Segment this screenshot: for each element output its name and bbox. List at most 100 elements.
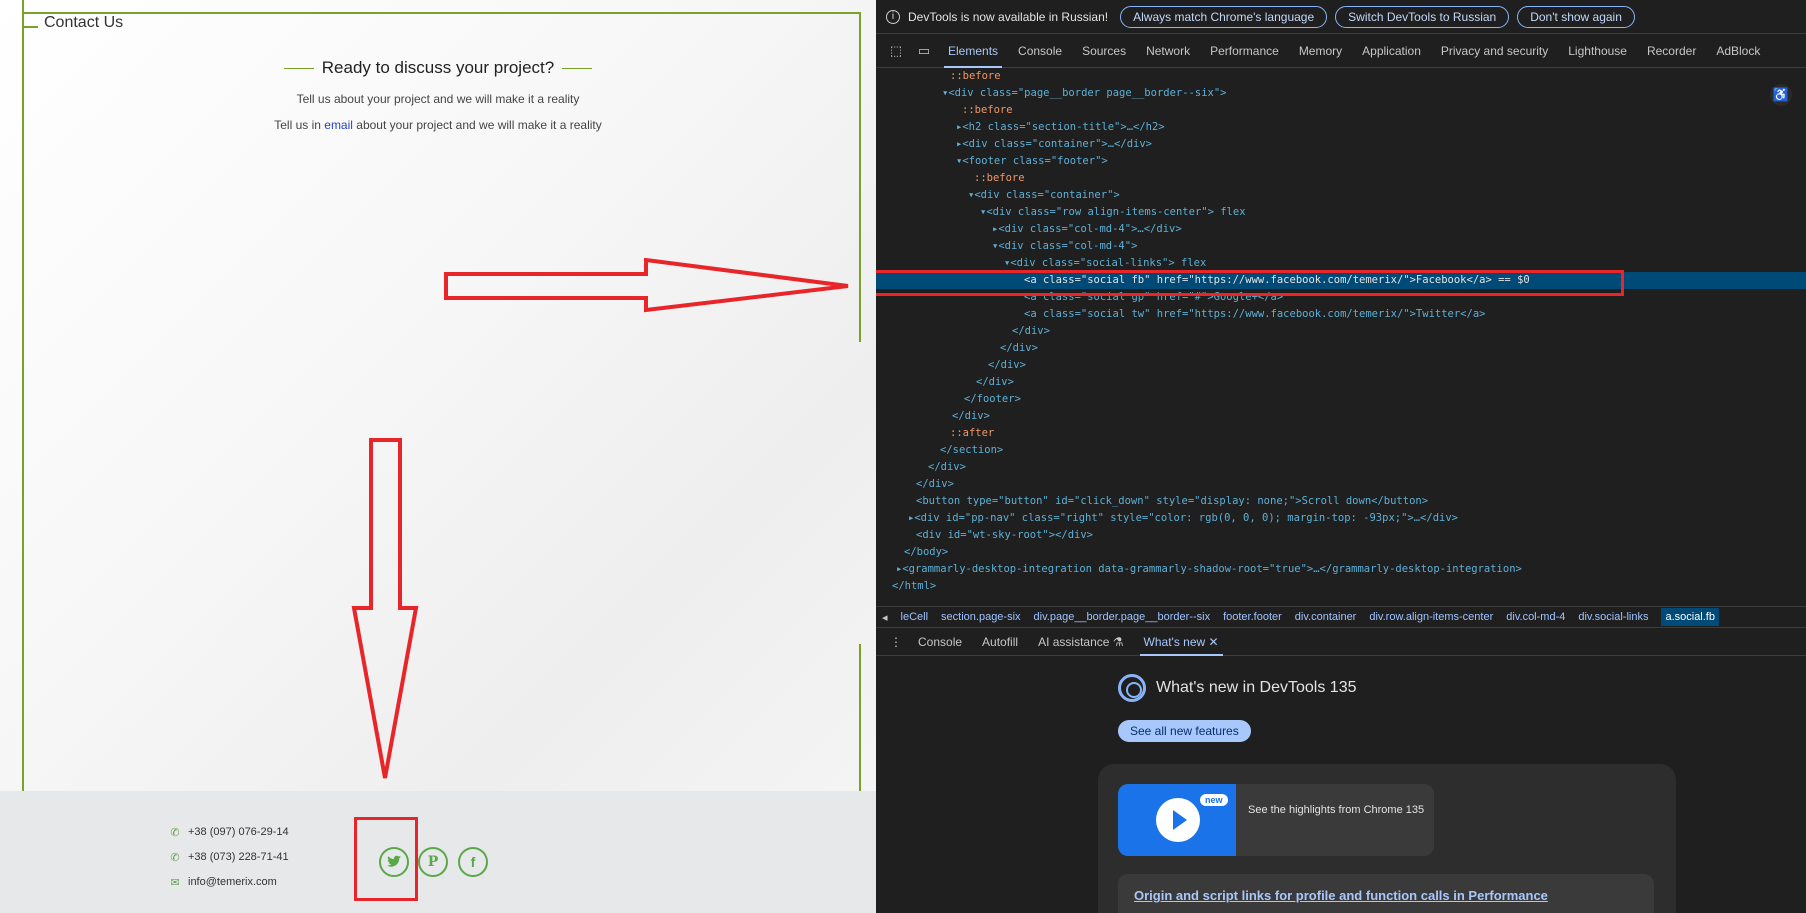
web-page: Contact Us Ready to discuss your project…: [0, 0, 876, 913]
tab-memory[interactable]: Memory: [1289, 34, 1352, 68]
whats-new-title: What's new in DevTools 135: [1156, 679, 1357, 696]
dom-line[interactable]: </div>: [876, 476, 1806, 493]
dom-line[interactable]: <div id="wt-sky-root"></div>: [876, 527, 1806, 544]
breadcrumb-item[interactable]: div.col-md-4: [1506, 611, 1565, 623]
dom-line[interactable]: <a class="social tw" href="https://www.f…: [876, 306, 1806, 323]
breadcrumb-item[interactable]: leCell: [901, 611, 929, 623]
subline-2-suffix: about your project and we will make it a…: [352, 118, 602, 132]
tab-recorder[interactable]: Recorder: [1637, 34, 1706, 68]
dom-line[interactable]: </div>: [876, 374, 1806, 391]
inspect-element-icon[interactable]: ⬚: [882, 43, 910, 59]
dom-line[interactable]: ▾<div class="col-md-4">: [876, 238, 1806, 255]
info-icon: i: [886, 9, 900, 24]
infobar-message: DevTools is now available in Russian!: [908, 9, 1109, 24]
devtools-panel: i DevTools is now available in Russian! …: [876, 0, 1806, 913]
tab-lighthouse[interactable]: Lighthouse: [1558, 34, 1637, 68]
dom-line[interactable]: ▸<div id="pp-nav" class="right" style="c…: [876, 510, 1806, 527]
email-link[interactable]: email: [324, 118, 353, 132]
dom-line[interactable]: ▸<div class="container">…</div>: [876, 136, 1806, 153]
dom-line[interactable]: <button type="button" id="click_down" st…: [876, 493, 1806, 510]
contact-us-label: Contact Us: [44, 14, 124, 31]
pinterest-icon[interactable]: P: [418, 847, 448, 877]
dom-line[interactable]: ▾<div class="page__border page__border--…: [876, 85, 1806, 102]
drawer-tab-console[interactable]: Console: [908, 628, 972, 656]
dom-line[interactable]: ▾<div class="row align-items-center"> fl…: [876, 204, 1806, 221]
drawer-tab-autofill[interactable]: Autofill: [972, 628, 1028, 656]
feature-link[interactable]: Origin and script links for profile and …: [1118, 874, 1654, 913]
subline-2: Tell us in email about your project and …: [0, 118, 876, 132]
dom-line[interactable]: </div>: [876, 408, 1806, 425]
dom-line[interactable]: </div>: [876, 340, 1806, 357]
dom-line[interactable]: ▸<grammarly-desktop-integration data-gra…: [876, 561, 1806, 578]
drawer-tab-ai-assistance[interactable]: AI assistance ⚗: [1028, 628, 1133, 656]
ready-title: Ready to discuss your project?: [0, 58, 876, 78]
breadcrumb-item[interactable]: footer.footer: [1223, 611, 1282, 623]
annotation-selected-line-box: [876, 270, 1624, 296]
dom-line[interactable]: </footer>: [876, 391, 1806, 408]
breadcrumb-item[interactable]: div.container: [1295, 611, 1357, 623]
dom-line[interactable]: </body>: [876, 544, 1806, 561]
always-match-language-button[interactable]: Always match Chrome's language: [1120, 5, 1328, 28]
annotation-right-arrow: [444, 258, 849, 313]
tab-sources[interactable]: Sources: [1072, 34, 1136, 68]
elements-breadcrumbs: ◂ leCell section.page-six div.page__bord…: [876, 606, 1806, 628]
whats-new-header: What's new in DevTools 135: [1118, 674, 1356, 702]
tab-application[interactable]: Application: [1352, 34, 1431, 68]
breadcrumb-item[interactable]: div.row.align-items-center: [1369, 611, 1493, 623]
dom-line[interactable]: ::after: [876, 425, 1806, 442]
breadcrumb-item[interactable]: div.social-links: [1578, 611, 1648, 623]
phone-2[interactable]: +38 (073) 228-71-41: [188, 851, 289, 863]
breadcrumb-item[interactable]: section.page-six: [941, 611, 1021, 623]
tab-console[interactable]: Console: [1008, 34, 1072, 68]
dom-line[interactable]: </html>: [876, 578, 1806, 595]
whats-new-label: What's new: [1143, 634, 1206, 649]
title-line-left: [283, 68, 314, 70]
facebook-icon[interactable]: f: [458, 847, 488, 877]
tab-network[interactable]: Network: [1136, 34, 1200, 68]
dom-line[interactable]: ::before: [876, 68, 1806, 85]
phone-icon: ✆: [170, 826, 180, 839]
tab-performance[interactable]: Performance: [1200, 34, 1289, 68]
close-icon[interactable]: ✕: [1209, 635, 1219, 649]
phone-1[interactable]: +38 (097) 076-29-14: [188, 826, 289, 838]
drawer-tabbar: ⋮ Console Autofill AI assistance ⚗ What'…: [876, 628, 1806, 656]
dom-line[interactable]: ▸<div class="col-md-4">…</div>: [876, 221, 1806, 238]
page-border-left: [22, 0, 24, 913]
dom-line[interactable]: ▸<h2 class="section-title">…</h2>: [876, 119, 1806, 136]
dom-line[interactable]: </div>: [876, 357, 1806, 374]
tab-adblock[interactable]: AdBlock: [1706, 34, 1770, 68]
dom-line[interactable]: ::before: [876, 170, 1806, 187]
switch-to-russian-button[interactable]: Switch DevTools to Russian: [1335, 5, 1510, 28]
phone-2-row: ✆ +38 (073) 228-71-41: [168, 851, 289, 864]
device-toolbar-icon[interactable]: ▭: [910, 43, 938, 59]
contact-us-tick: [22, 26, 38, 28]
drawer-tab-whats-new[interactable]: What's new ✕: [1134, 628, 1229, 656]
annotation-down-arrow: [351, 438, 419, 779]
breadcrumb-scroll-left-icon[interactable]: ◂: [882, 611, 888, 624]
email-address[interactable]: info@temerix.com: [188, 876, 277, 888]
dom-line[interactable]: ▾<footer class="footer">: [876, 153, 1806, 170]
annotation-highlight-box: [354, 817, 418, 901]
breadcrumb-item-active[interactable]: a.social.fb: [1661, 608, 1719, 626]
highlights-video-card[interactable]: new See the highlights from Chrome 135: [1118, 784, 1434, 856]
breadcrumb-item[interactable]: div.page__border.page__border--six: [1034, 611, 1211, 623]
chrome-devtools-logo-icon: [1118, 674, 1146, 702]
ready-title-text: Ready to discuss your project?: [321, 58, 555, 77]
page-border-top: [22, 12, 860, 14]
dom-line[interactable]: ▾<div class="container">: [876, 187, 1806, 204]
dom-tree: ::before ▾<div class="page__border page_…: [876, 68, 1806, 608]
drawer-menu-icon[interactable]: ⋮: [884, 635, 908, 649]
tab-elements[interactable]: Elements: [938, 34, 1008, 68]
phone-icon: ✆: [170, 851, 180, 864]
dont-show-again-button[interactable]: Don't show again: [1517, 5, 1635, 28]
tab-privacy-security[interactable]: Privacy and security: [1431, 34, 1558, 68]
dom-line[interactable]: ::before: [876, 102, 1806, 119]
dom-line[interactable]: </div>: [876, 323, 1806, 340]
mail-icon: ✉: [170, 876, 180, 889]
dom-line[interactable]: </section>: [876, 442, 1806, 459]
dom-line[interactable]: </div>: [876, 459, 1806, 476]
new-badge: new: [1200, 794, 1228, 806]
subline-1: Tell us about your project and we will m…: [296, 92, 580, 106]
see-all-features-button[interactable]: See all new features: [1118, 720, 1251, 742]
subline-2-prefix: Tell us in: [274, 118, 325, 132]
